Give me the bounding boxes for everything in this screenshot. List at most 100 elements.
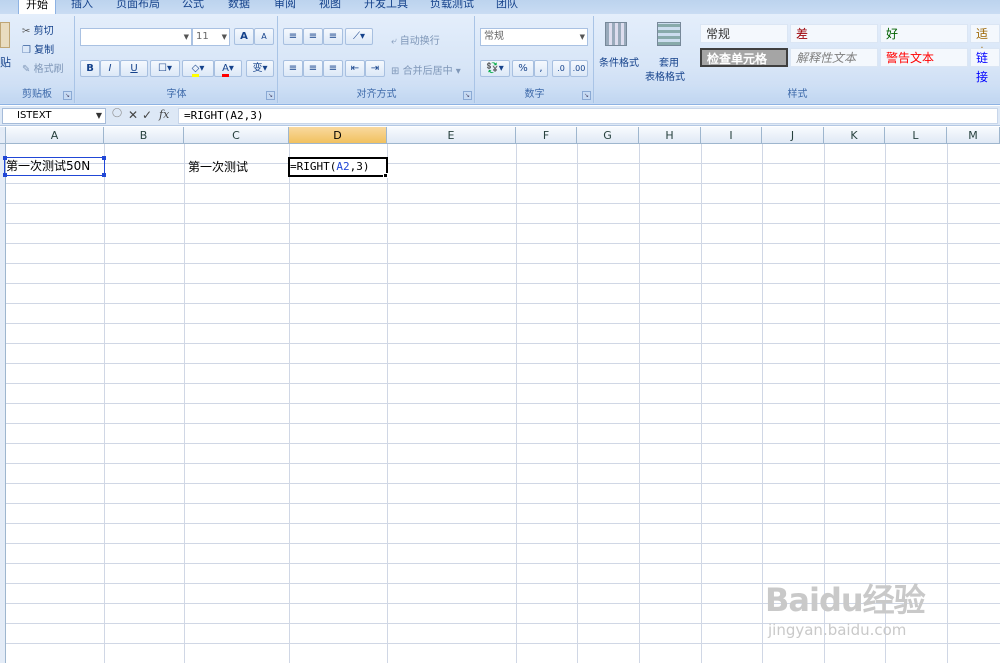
column-header-d[interactable]: D bbox=[289, 127, 387, 144]
align-right-button[interactable]: ≡ bbox=[323, 60, 343, 77]
column-header-a[interactable]: A bbox=[6, 127, 104, 144]
table-format-button-line1[interactable]: 套用 bbox=[659, 54, 679, 69]
number-format-value: 常规 bbox=[484, 31, 504, 42]
font-color-button[interactable]: A▾ bbox=[214, 60, 242, 77]
shrink-font-button[interactable]: A bbox=[254, 28, 274, 45]
alignment-launcher-icon[interactable]: ↘ bbox=[463, 91, 472, 100]
wrap-text-button[interactable]: ⤶ 自动换行 bbox=[391, 32, 440, 47]
accounting-format-button[interactable]: 💱▾ bbox=[480, 60, 510, 77]
column-header-k[interactable]: K bbox=[824, 127, 885, 144]
style-neutral[interactable]: 适中 bbox=[970, 24, 1000, 60]
align-top-button[interactable]: ≡ bbox=[283, 28, 303, 45]
column-header-j[interactable]: J bbox=[762, 127, 824, 144]
fill-handle[interactable] bbox=[383, 173, 388, 178]
range-handle[interactable] bbox=[3, 156, 7, 160]
font-launcher-icon[interactable]: ↘ bbox=[266, 91, 275, 100]
align-left-button[interactable]: ≡ bbox=[283, 60, 303, 77]
orientation-button[interactable]: ⟋▾ bbox=[345, 28, 373, 45]
grid-line bbox=[516, 144, 517, 663]
name-box[interactable]: ISTEXT ▼ bbox=[2, 108, 106, 124]
font-size-select[interactable]: 11 ▼ bbox=[192, 28, 230, 46]
number-launcher-icon[interactable]: ↘ bbox=[582, 91, 591, 100]
brush-icon: ✎ bbox=[22, 64, 31, 75]
paste-button[interactable]: 贴 bbox=[0, 54, 11, 70]
alignment-group-label: 对齐方式 bbox=[279, 87, 474, 103]
tab-home[interactable]: 开始 bbox=[18, 0, 56, 14]
number-group-label: 数字 bbox=[476, 87, 593, 103]
style-normal[interactable]: 常规 bbox=[700, 24, 788, 43]
cancel-icon[interactable]: ✕ bbox=[128, 108, 138, 122]
increase-decimal-button[interactable]: .0 bbox=[552, 60, 570, 77]
style-warning[interactable]: 警告文本 bbox=[880, 48, 968, 67]
conditional-format-button[interactable]: 条件格式 bbox=[599, 54, 639, 69]
column-header-g[interactable]: G bbox=[577, 127, 639, 144]
formula-input[interactable]: =RIGHT(A2,3) bbox=[178, 108, 998, 124]
merge-center-button[interactable]: ⊞ 合并后居中 ▾ bbox=[391, 62, 461, 77]
tab-view[interactable]: 视图 bbox=[313, 0, 347, 14]
phonetic-button[interactable]: 变▾ bbox=[246, 60, 274, 77]
cell-d2-editing[interactable]: =RIGHT(A2,3) bbox=[288, 157, 388, 177]
grow-font-button[interactable]: A bbox=[234, 28, 254, 45]
tab-insert[interactable]: 插入 bbox=[64, 0, 100, 14]
fill-color-button[interactable]: ◇▾ bbox=[182, 60, 214, 77]
column-header-l[interactable]: L bbox=[885, 127, 947, 144]
align-top-icon: ≡ bbox=[288, 31, 298, 42]
insert-function-icon[interactable]: fx bbox=[159, 108, 169, 121]
border-button[interactable]: ☐▾ bbox=[150, 60, 180, 77]
tab-load-test[interactable]: 负载测试 bbox=[424, 0, 480, 14]
tab-review[interactable]: 审阅 bbox=[268, 0, 302, 14]
tab-team[interactable]: 团队 bbox=[490, 0, 524, 14]
decrease-decimal-button[interactable]: .00 bbox=[570, 60, 588, 77]
align-middle-button[interactable]: ≡ bbox=[303, 28, 323, 45]
tab-page-layout[interactable]: 页面布局 bbox=[110, 0, 166, 14]
bold-button[interactable]: B bbox=[80, 60, 100, 77]
grid-line bbox=[289, 144, 290, 663]
percent-button[interactable]: % bbox=[512, 60, 534, 77]
enter-icon[interactable]: ✓ bbox=[142, 108, 152, 122]
column-header-b[interactable]: B bbox=[104, 127, 184, 144]
table-format-icon bbox=[657, 22, 681, 46]
column-header-f[interactable]: F bbox=[516, 127, 577, 144]
grid-line bbox=[701, 144, 702, 663]
style-explanatory[interactable]: 解释性文本 bbox=[790, 48, 878, 67]
range-handle[interactable] bbox=[3, 173, 7, 177]
tab-developer[interactable]: 开发工具 bbox=[360, 0, 412, 14]
style-bad[interactable]: 差 bbox=[790, 24, 878, 43]
tab-data[interactable]: 数据 bbox=[222, 0, 256, 14]
column-header-h[interactable]: H bbox=[639, 127, 701, 144]
format-painter-button[interactable]: ✎ 格式刷 bbox=[22, 60, 64, 75]
grid-line bbox=[639, 144, 640, 663]
table-format-button-line2[interactable]: 表格格式 bbox=[645, 68, 685, 83]
column-header-e[interactable]: E bbox=[387, 127, 516, 144]
column-header-m[interactable]: M bbox=[947, 127, 1000, 144]
style-good[interactable]: 好 bbox=[880, 24, 968, 43]
wrap-text-label: 自动换行 bbox=[399, 36, 440, 47]
chevron-down-icon: ▼ bbox=[221, 33, 227, 41]
align-bottom-button[interactable]: ≡ bbox=[323, 28, 343, 45]
cut-button[interactable]: ✂ 剪切 bbox=[22, 22, 54, 37]
number-format-select[interactable]: 常规 ▼ bbox=[480, 28, 588, 46]
copy-button[interactable]: ❐ 复制 bbox=[22, 41, 54, 56]
style-hyperlink[interactable]: 链接 bbox=[970, 48, 1000, 84]
italic-button[interactable]: I bbox=[100, 60, 120, 77]
border-icon: ☐▾ bbox=[158, 63, 172, 74]
align-left-icon: ≡ bbox=[288, 63, 298, 74]
font-name-select[interactable]: ▼ bbox=[80, 28, 192, 46]
column-header-i[interactable]: I bbox=[701, 127, 762, 144]
cell-c2[interactable]: 第一次测试 bbox=[188, 157, 288, 177]
range-handle[interactable] bbox=[102, 156, 106, 160]
decrease-indent-button[interactable]: ⇤ bbox=[345, 60, 365, 77]
column-header-c[interactable]: C bbox=[184, 127, 289, 144]
clipboard-launcher-icon[interactable]: ↘ bbox=[63, 91, 72, 100]
number-group: 常规 ▼ 💱▾ % , .0 .00 数字 ↘ bbox=[476, 16, 594, 103]
comma-button[interactable]: , bbox=[534, 60, 548, 77]
tab-formulas[interactable]: 公式 bbox=[176, 0, 210, 14]
underline-button[interactable]: U bbox=[120, 60, 148, 77]
align-center-button[interactable]: ≡ bbox=[303, 60, 323, 77]
style-check-cell[interactable]: 检查单元格 bbox=[700, 48, 788, 67]
cell-a2[interactable]: 第一次测试50N bbox=[4, 157, 105, 176]
range-handle[interactable] bbox=[102, 173, 106, 177]
copy-label: 复制 bbox=[34, 45, 55, 56]
wrap-text-icon: ⤶ bbox=[391, 36, 397, 47]
increase-indent-button[interactable]: ⇥ bbox=[365, 60, 385, 77]
